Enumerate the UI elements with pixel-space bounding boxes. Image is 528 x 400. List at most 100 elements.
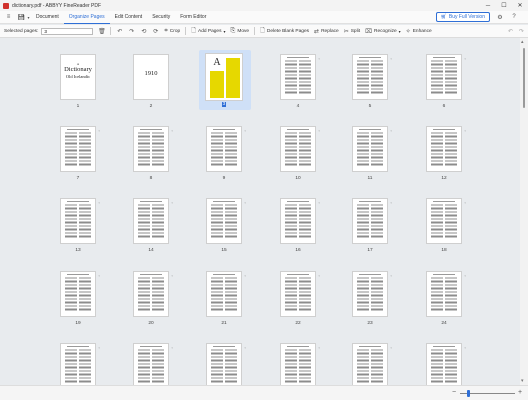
text-column <box>285 349 297 384</box>
window-controls: ─ ☐ ✕ <box>480 0 528 11</box>
zoom-out-icon[interactable]: − <box>452 389 456 396</box>
page-text-block <box>138 132 164 167</box>
page-number-label: 19 <box>75 321 81 326</box>
blank-page-icon: 🗋︎ <box>260 28 265 34</box>
page-thumbnail[interactable]: ▫ <box>60 198 100 244</box>
window-title: dictionary.pdf - ABBYY FineReader PDF <box>12 2 102 9</box>
page-thumbnail[interactable]: ▫ <box>206 126 246 172</box>
page-thumbnail[interactable]: ▫ <box>280 126 320 172</box>
page-thumbnail[interactable]: ▫ <box>280 343 320 385</box>
minimize-button[interactable]: ─ <box>480 0 496 11</box>
page-thumbnail[interactable]: ▫ <box>133 198 173 244</box>
scroll-down-icon[interactable]: ▾ <box>521 378 524 384</box>
text-column <box>225 349 237 384</box>
page-header-line <box>287 346 309 347</box>
page-marker-icon: ▫ <box>464 128 466 133</box>
page-thumbnail[interactable]: ▫ <box>426 343 466 385</box>
close-button[interactable]: ✕ <box>512 0 528 11</box>
page-thumbnail[interactable]: ▫ <box>133 271 173 317</box>
page-thumbnail[interactable]: ▫ <box>426 54 466 100</box>
vertical-scrollbar[interactable]: ▴ ▾ <box>520 38 528 385</box>
page-thumbnail[interactable]: ▫ <box>133 343 173 385</box>
menu-bar: ≡ 💾︎ ▾ Document Organize Pages Edit Cont… <box>0 11 528 24</box>
text-column <box>431 277 443 312</box>
page-marker-icon: ▫ <box>390 56 392 61</box>
page-thumbnail[interactable]: ▫ <box>426 126 466 172</box>
enhance-button[interactable]: ✧ Enhance <box>406 28 432 35</box>
text-column <box>371 349 383 384</box>
page-thumbnail[interactable]: ▫ <box>60 343 100 385</box>
delete-blank-pages-button[interactable]: 🗋︎ Delete Blank Pages <box>260 26 309 36</box>
text-column <box>357 277 369 312</box>
rotate-right-icon[interactable]: ⟳ <box>152 28 159 35</box>
page-text-block <box>357 277 383 312</box>
page-thumbnail[interactable]: 1910 <box>133 54 169 100</box>
text-column <box>152 132 164 167</box>
split-button[interactable]: ✂ Split <box>344 28 360 35</box>
scroll-up-icon[interactable]: ▴ <box>521 39 524 45</box>
page-text-block <box>285 60 311 95</box>
page-header-line <box>359 346 381 347</box>
buy-full-version-label: Buy Full Version <box>448 14 485 20</box>
buy-full-version-button[interactable]: 🛒︎ Buy Full Version <box>435 12 490 22</box>
page-thumbnail[interactable]: ▫ <box>206 198 246 244</box>
page-thumbnail[interactable]: ▫ <box>352 271 392 317</box>
maximize-button[interactable]: ☐ <box>496 0 512 11</box>
page-thumbnail[interactable]: ▫ <box>133 126 173 172</box>
page-thumbnail[interactable]: ▫ <box>426 198 466 244</box>
tab-security[interactable]: Security <box>147 11 175 24</box>
scrollbar-thumb[interactable] <box>523 48 525 108</box>
title-bar: dictionary.pdf - ABBYY FineReader PDF ─ … <box>0 0 528 11</box>
tab-form-editor[interactable]: Form Editor <box>175 11 211 24</box>
undo-icon[interactable]: ↶ <box>507 28 514 35</box>
gear-icon[interactable]: ⚙ <box>496 13 504 21</box>
move-button[interactable]: ⎘ Move <box>231 28 250 35</box>
page-text-block <box>211 277 237 312</box>
text-column <box>225 204 237 239</box>
redo-icon[interactable]: ↷ <box>518 28 525 35</box>
page-text-block <box>65 349 91 384</box>
page-text-block <box>357 349 383 384</box>
zoom-slider-handle[interactable] <box>467 390 470 397</box>
page-thumbnail[interactable]: ▫ <box>60 271 100 317</box>
add-pages-label: Add Pages <box>198 28 222 34</box>
page-thumbnail[interactable]: ▫ <box>60 126 100 172</box>
page-thumbnail[interactable]: ▫ <box>352 198 392 244</box>
page-marker-icon: ▫ <box>171 273 173 278</box>
text-column <box>445 60 457 95</box>
crop-button[interactable]: ⌗ Crop <box>164 28 180 35</box>
page-thumbnail[interactable]: ▫ <box>352 126 392 172</box>
add-pages-button[interactable]: 🗋︎ Add Pages ▾ <box>191 26 225 36</box>
highlighted-text-column <box>226 58 240 98</box>
text-column <box>371 277 383 312</box>
help-icon[interactable]: ? <box>510 13 518 21</box>
page-thumbnail[interactable]: ▫ <box>280 271 320 317</box>
save-icon[interactable]: 💾︎ <box>17 13 26 22</box>
page-thumbnail[interactable]: ▫ <box>352 343 392 385</box>
page-thumbnail[interactable]: ▫ <box>426 271 466 317</box>
tab-organize-pages[interactable]: Organize Pages <box>63 11 110 24</box>
title-page-year: 1910 <box>144 70 158 77</box>
page-marker-icon: ▫ <box>390 345 392 350</box>
page-thumbnail[interactable]: ▫ <box>280 54 320 100</box>
page-thumbnail[interactable]: ▫ <box>206 271 246 317</box>
undo-icon[interactable]: ↶ <box>116 28 123 35</box>
page-thumbnail[interactable]: ▫ <box>352 54 392 100</box>
page-thumbnail[interactable]: ▫ <box>206 343 246 385</box>
recognize-button[interactable]: ⌧ Recognize ▾ <box>365 28 401 35</box>
split-icon: ✂ <box>343 28 349 35</box>
redo-icon[interactable]: ↷ <box>128 28 135 35</box>
page-thumbnail[interactable]: A <box>205 53 243 101</box>
rotate-left-icon[interactable]: ⟲ <box>140 28 147 35</box>
selected-pages-input[interactable] <box>41 27 94 35</box>
hamburger-menu-icon[interactable]: ≡ <box>4 13 13 22</box>
zoom-in-icon[interactable]: + <box>518 389 522 396</box>
tab-document[interactable]: Document <box>31 11 64 24</box>
page-thumbnail[interactable]: A Dictionary Old Icelandic <box>60 54 96 100</box>
trash-icon[interactable]: 🗑︎ <box>98 28 106 35</box>
page-number-label: 1 <box>76 104 80 109</box>
page-header-line <box>67 274 89 275</box>
page-thumbnail[interactable]: ▫ <box>280 198 320 244</box>
replace-button[interactable]: ⇄ Replace <box>314 28 339 35</box>
tab-edit-content[interactable]: Edit Content <box>110 11 148 24</box>
